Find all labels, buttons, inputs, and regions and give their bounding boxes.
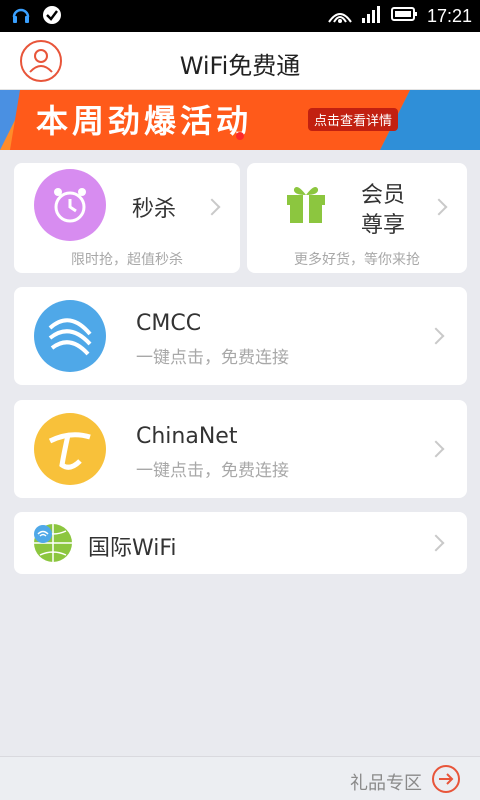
flash-sale-title: 秒杀 xyxy=(132,197,177,222)
gift-zone-button[interactable] xyxy=(432,765,460,793)
check-icon xyxy=(42,5,62,29)
chevron-right-icon xyxy=(427,327,445,345)
network-name: CMCC xyxy=(136,311,202,336)
chinanet-logo-circle xyxy=(34,413,106,485)
intl-wifi-label: 国际WiFi xyxy=(88,536,177,561)
promo-banner[interactable]: 本周劲爆活动 点击查看详情 xyxy=(0,90,480,150)
wifi-signal-icon xyxy=(327,4,353,28)
banner-page-indicator xyxy=(236,132,244,140)
banner-details-button[interactable]: 点击查看详情 xyxy=(308,108,399,131)
network-item-chinanet[interactable]: ChinaNet 一键点击，免费连接 xyxy=(14,400,467,498)
status-bar: 17:21 xyxy=(0,0,480,32)
network-name: ChinaNet xyxy=(136,424,238,449)
gift-zone-label[interactable]: 礼品专区 xyxy=(350,769,422,795)
intl-wifi-item[interactable]: 国际WiFi xyxy=(14,512,467,574)
status-right: 17:21 xyxy=(327,4,472,28)
network-item-cmcc[interactable]: CMCC 一键点击，免费连接 xyxy=(14,287,467,385)
cmcc-logo-icon xyxy=(48,318,92,356)
member-tile[interactable]: 会员 尊享 更多好货，等你来抢 xyxy=(247,163,467,273)
chevron-right-icon xyxy=(427,440,445,458)
clock: 17:21 xyxy=(426,5,472,26)
page-title: WiFi免费通 xyxy=(179,52,301,80)
chevron-right-icon xyxy=(203,198,221,216)
network-subtitle: 一键点击，免费连接 xyxy=(136,461,289,481)
network-subtitle: 一键点击，免费连接 xyxy=(136,348,289,368)
headset-icon xyxy=(10,4,32,30)
flash-sale-subtitle: 限时抢，超值秒杀 xyxy=(71,252,183,268)
chinanet-logo-icon xyxy=(48,432,91,470)
cell-signal-icon xyxy=(361,4,383,28)
member-title-line2: 尊享 xyxy=(361,213,406,238)
status-left xyxy=(10,4,62,30)
cmcc-logo-circle xyxy=(34,300,106,372)
alarm-clock-icon xyxy=(54,188,86,223)
flash-sale-icon-circle xyxy=(34,169,106,241)
title-bar: WiFi免费通 xyxy=(0,32,480,90)
flash-sale-tile[interactable]: 秒杀 限时抢，超值秒杀 xyxy=(14,163,240,273)
member-subtitle: 更多好货，等你来抢 xyxy=(294,252,420,268)
globe-wifi-icon xyxy=(34,524,72,562)
chevron-right-icon xyxy=(430,198,448,216)
chevron-right-icon xyxy=(427,534,445,552)
banner-headline: 本周劲爆活动 xyxy=(36,102,253,140)
bottom-bar: 礼品专区 xyxy=(0,756,480,800)
member-title-line1: 会员 xyxy=(361,183,406,208)
arrow-right-icon xyxy=(439,773,454,785)
battery-icon xyxy=(390,4,419,28)
gift-icon xyxy=(287,187,325,223)
